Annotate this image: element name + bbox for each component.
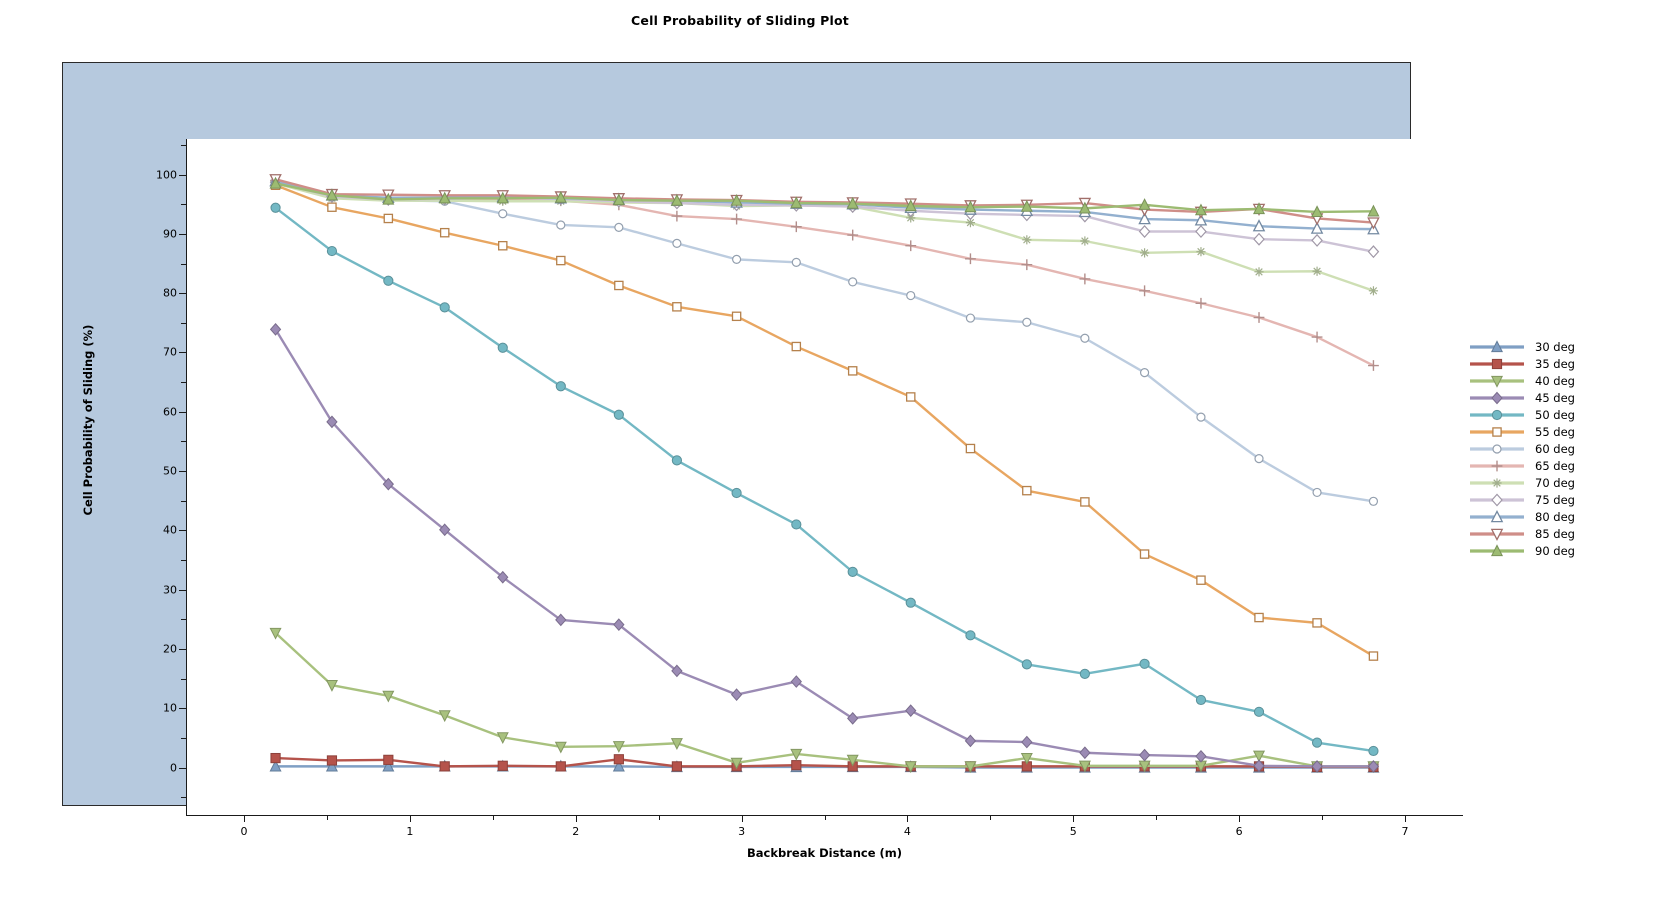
x-tick-label: 4 bbox=[903, 825, 911, 838]
series-plot bbox=[269, 174, 1380, 774]
legend-swatch bbox=[1468, 338, 1526, 355]
x-tick-label: 0 bbox=[240, 825, 248, 838]
x-tick-minor bbox=[1322, 815, 1324, 820]
x-tick-label: 7 bbox=[1401, 825, 1409, 838]
legend-item-90-deg[interactable]: 90 deg bbox=[1468, 542, 1668, 559]
legend-swatch bbox=[1468, 474, 1526, 491]
legend-label: 30 deg bbox=[1535, 339, 1575, 354]
x-tick bbox=[244, 815, 246, 822]
x-tick bbox=[907, 815, 909, 822]
chart-panel: 0 10 20 30 40 50 60 70 80 90 100 0 1 2 3 4 5 6 7 Backbrea… bbox=[62, 62, 1463, 860]
series-55-deg bbox=[270, 180, 1379, 661]
legend-swatch bbox=[1468, 423, 1526, 440]
y-tick bbox=[179, 589, 186, 591]
legend-swatch bbox=[1468, 440, 1526, 457]
legend-swatch bbox=[1468, 525, 1526, 542]
y-tick bbox=[179, 174, 186, 176]
x-tick-label: 6 bbox=[1235, 825, 1243, 838]
y-tick-label: 30 bbox=[163, 583, 177, 597]
x-tick bbox=[409, 815, 411, 822]
legend-item-60-deg[interactable]: 60 deg bbox=[1468, 440, 1668, 457]
legend-label: 70 deg bbox=[1535, 475, 1575, 490]
x-tick-label: 2 bbox=[572, 825, 580, 838]
legend-swatch bbox=[1468, 372, 1526, 389]
y-tick bbox=[179, 471, 186, 473]
x-axis-title: Backbreak Distance (m) bbox=[747, 846, 902, 860]
y-tick bbox=[179, 530, 186, 532]
chart-page: Cell Probability of Sliding Plot 0 10 20 30… bbox=[0, 0, 1680, 909]
page-title: Cell Probability of Sliding Plot bbox=[631, 13, 849, 28]
x-tick-label: 1 bbox=[406, 825, 414, 838]
y-tick-label: 40 bbox=[163, 523, 177, 537]
y-tick bbox=[179, 767, 186, 769]
y-tick bbox=[179, 293, 186, 295]
legend-item-30-deg[interactable]: 30 deg bbox=[1468, 338, 1668, 355]
legend-label: 85 deg bbox=[1535, 526, 1575, 541]
x-tick-label: 5 bbox=[1069, 825, 1077, 838]
x-tick bbox=[1073, 815, 1075, 822]
legend-item-45-deg[interactable]: 45 deg bbox=[1468, 389, 1668, 406]
legend-item-70-deg[interactable]: 70 deg bbox=[1468, 474, 1668, 491]
legend-label: 65 deg bbox=[1535, 458, 1575, 473]
legend-swatch bbox=[1468, 457, 1526, 474]
y-tick bbox=[179, 233, 186, 235]
legend-item-55-deg[interactable]: 55 deg bbox=[1468, 423, 1668, 440]
x-tick-minor bbox=[824, 815, 826, 820]
x-tick-minor bbox=[1156, 815, 1158, 820]
legend-swatch bbox=[1468, 542, 1526, 559]
y-tick-label: 50 bbox=[163, 464, 177, 478]
legend-label: 75 deg bbox=[1535, 492, 1575, 507]
y-tick-label: 100 bbox=[156, 168, 177, 182]
legend-swatch bbox=[1468, 355, 1526, 372]
legend-item-80-deg[interactable]: 80 deg bbox=[1468, 508, 1668, 525]
legend-swatch bbox=[1468, 491, 1526, 508]
y-tick-label: 0 bbox=[170, 761, 177, 775]
legend-label: 45 deg bbox=[1535, 390, 1575, 405]
legend-label: 35 deg bbox=[1535, 356, 1575, 371]
x-tick bbox=[1404, 815, 1406, 822]
legend-item-40-deg[interactable]: 40 deg bbox=[1468, 372, 1668, 389]
y-tick-label: 20 bbox=[163, 642, 177, 656]
series-50-deg bbox=[270, 202, 1379, 757]
x-tick bbox=[741, 815, 743, 822]
x-tick bbox=[1239, 815, 1241, 822]
x-tick-label: 3 bbox=[738, 825, 746, 838]
legend-swatch bbox=[1468, 406, 1526, 423]
series-60-deg bbox=[270, 176, 1379, 506]
legend: 30 deg 35 deg 40 deg 45 deg 50 deg 55 deg 60 d… bbox=[1468, 338, 1668, 559]
legend-swatch bbox=[1468, 508, 1526, 525]
y-tick bbox=[179, 411, 186, 413]
x-tick bbox=[575, 815, 577, 822]
y-axis-title: Cell Probability of Sliding (%) bbox=[81, 324, 95, 516]
legend-label: 40 deg bbox=[1535, 373, 1575, 388]
legend-swatch bbox=[1468, 389, 1526, 406]
series-75-deg bbox=[269, 175, 1380, 259]
legend-label: 50 deg bbox=[1535, 407, 1575, 422]
legend-label: 90 deg bbox=[1535, 543, 1575, 558]
y-tick bbox=[179, 352, 186, 354]
legend-label: 55 deg bbox=[1535, 424, 1575, 439]
legend-item-75-deg[interactable]: 75 deg bbox=[1468, 491, 1668, 508]
legend-label: 80 deg bbox=[1535, 509, 1575, 524]
y-tick-label: 80 bbox=[163, 286, 177, 300]
legend-item-35-deg[interactable]: 35 deg bbox=[1468, 355, 1668, 372]
legend-item-85-deg[interactable]: 85 deg bbox=[1468, 525, 1668, 542]
y-tick-label: 60 bbox=[163, 405, 177, 419]
legend-label: 60 deg bbox=[1535, 441, 1575, 456]
y-axis-labels: 0 10 20 30 40 50 60 70 80 90 100 bbox=[111, 63, 177, 805]
legend-item-65-deg[interactable]: 65 deg bbox=[1468, 457, 1668, 474]
y-tick-label: 10 bbox=[163, 701, 177, 715]
x-tick-minor bbox=[492, 815, 494, 820]
x-tick-minor bbox=[990, 815, 992, 820]
x-tick-minor bbox=[326, 815, 328, 820]
y-tick-label: 70 bbox=[163, 345, 177, 359]
series-80-deg bbox=[269, 174, 1380, 235]
y-tick-label: 90 bbox=[163, 227, 177, 241]
x-tick-minor bbox=[658, 815, 660, 820]
legend-item-50-deg[interactable]: 50 deg bbox=[1468, 406, 1668, 423]
y-tick bbox=[179, 648, 186, 650]
y-tick bbox=[179, 708, 186, 710]
